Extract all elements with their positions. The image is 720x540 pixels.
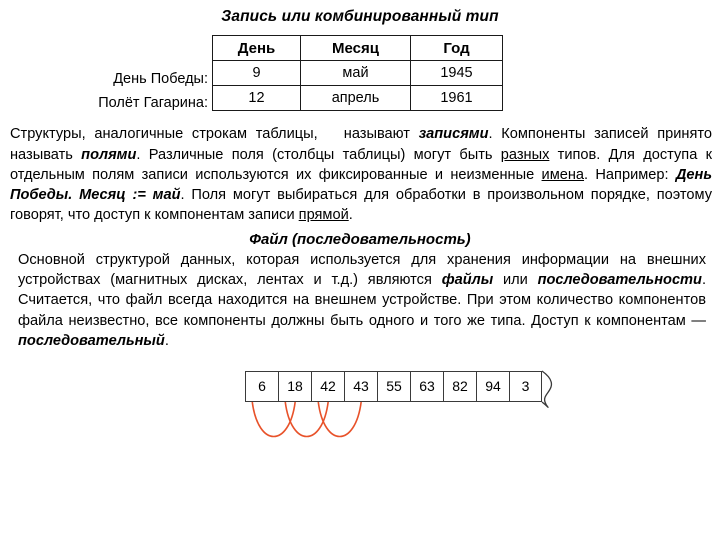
file-emphasis-posledovatelnyy: последовательный bbox=[18, 332, 165, 349]
record-emphasis-polyami: полями bbox=[81, 146, 137, 163]
file-section: Файл (последовательность) Основной струк… bbox=[0, 225, 720, 469]
record-emphasis-zapisyami: записями bbox=[418, 126, 489, 143]
sequence-cells: 6 18 42 43 55 63 82 94 3 bbox=[245, 370, 542, 402]
sequence-cell: 55 bbox=[377, 370, 410, 402]
file-emphasis-posledovatelnosti: последовательности bbox=[537, 272, 702, 289]
sequence-cell: 63 bbox=[410, 370, 443, 402]
record-table: День Месяц Год 9 май 1945 12 апрель 1961 bbox=[212, 35, 503, 112]
file-section-title: Файл (последовательность) bbox=[249, 231, 471, 249]
sequence-cell: 82 bbox=[443, 370, 476, 402]
sequence-cell: 3 bbox=[509, 370, 542, 402]
cell-day-gagarin: 12 bbox=[212, 85, 301, 112]
file-emphasis-fayly: файлы bbox=[441, 272, 494, 289]
cell-year-gagarin: 1961 bbox=[410, 85, 503, 112]
cell-year-victory: 1945 bbox=[410, 60, 503, 87]
sequential-access-arcs bbox=[251, 401, 362, 438]
record-text-part8: . bbox=[348, 207, 353, 224]
record-underline-imena: имена bbox=[541, 166, 585, 183]
file-paragraph: Основной структурой данных, которая испо… bbox=[0, 250, 720, 351]
column-header-day: День bbox=[212, 35, 301, 62]
table-header-row: День Месяц Год bbox=[212, 35, 503, 62]
sequence-cell: 18 bbox=[278, 370, 311, 402]
record-text-part2: называют bbox=[343, 126, 419, 143]
record-row-label-victory-day: День Победы: bbox=[113, 71, 208, 88]
record-row-label-gagarin-flight: Полёт Гагарина: bbox=[98, 95, 208, 112]
record-text-part6: . Например: bbox=[584, 166, 676, 183]
file-text-part4: . bbox=[164, 332, 169, 349]
sequence-cell: 6 bbox=[245, 370, 278, 402]
record-text-part4: . Различные поля (столбцы таблицы) могут… bbox=[136, 146, 501, 163]
table-row: 9 май 1945 bbox=[212, 60, 503, 87]
record-text-part1: Структуры, аналогичные строкам таблицы, bbox=[10, 126, 318, 143]
record-underline-raznyh: разных bbox=[500, 146, 550, 163]
sequence-cell: 42 bbox=[311, 370, 344, 402]
file-text-part2: или bbox=[493, 272, 538, 289]
cell-month-victory: май bbox=[300, 60, 411, 87]
sequence-diagram: 6 18 42 43 55 63 82 94 3 bbox=[0, 359, 720, 469]
sequence-cell: 43 bbox=[344, 370, 377, 402]
cell-month-gagarin: апрель bbox=[300, 85, 411, 112]
column-header-month: Месяц bbox=[300, 35, 411, 62]
record-section-title: Запись или комбинированный тип bbox=[221, 8, 499, 25]
torn-edge-icon bbox=[541, 370, 553, 408]
cell-day-victory: 9 bbox=[212, 60, 301, 87]
record-table-block: День Победы: Полёт Гагарина: День Месяц … bbox=[0, 35, 720, 115]
record-paragraph: Структуры, аналогичные строкам таблицы, … bbox=[0, 124, 720, 225]
column-header-year: Год bbox=[410, 35, 503, 62]
record-underline-pryamoy: прямой bbox=[298, 207, 349, 224]
record-section: Запись или комбинированный тип День Побе… bbox=[0, 0, 720, 225]
record-row-labels: День Победы: Полёт Гагарина: bbox=[0, 67, 208, 115]
sequence-cell: 94 bbox=[476, 370, 509, 402]
record-text-gap bbox=[318, 126, 344, 142]
table-row: 12 апрель 1961 bbox=[212, 85, 503, 112]
